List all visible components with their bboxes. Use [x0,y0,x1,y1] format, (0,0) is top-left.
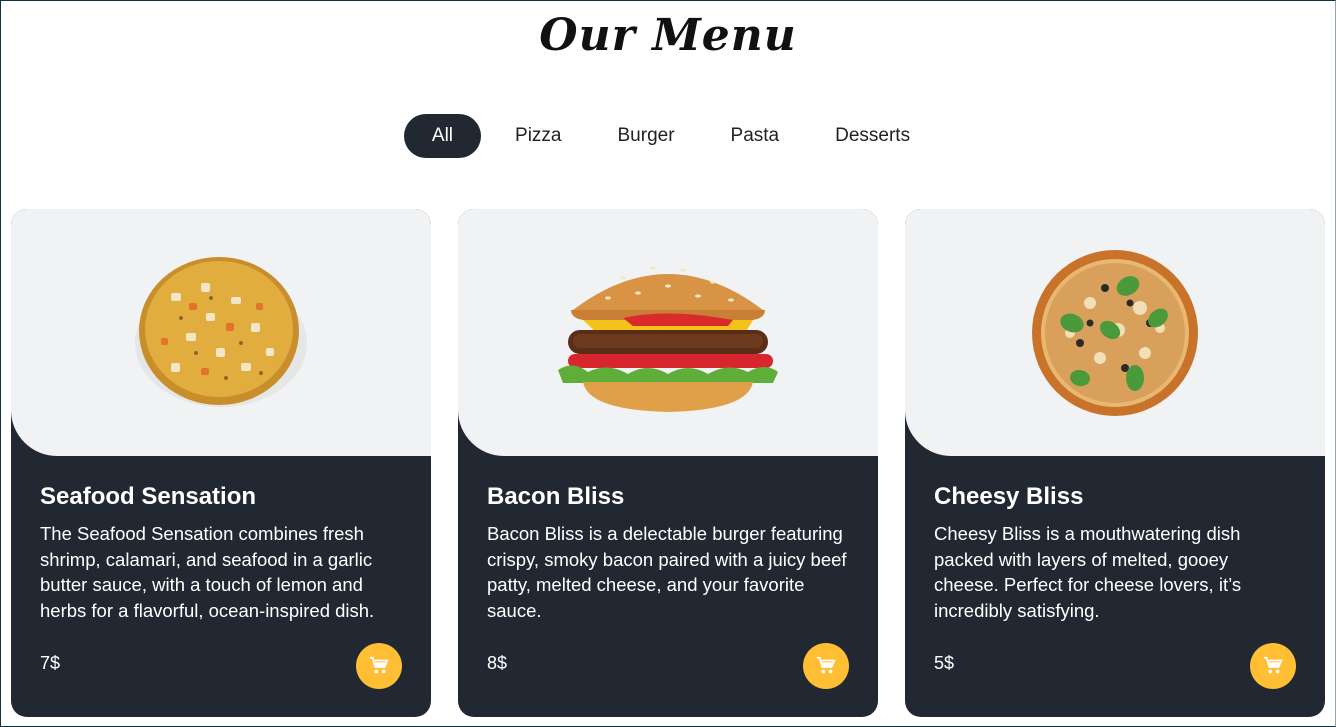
card-image-area [905,209,1325,456]
card-price: 8$ [487,653,508,673]
burger-image [558,265,778,412]
card-body: Cheesy Bliss Cheesy Bliss is a mouthwate… [934,483,1294,623]
card-price: 5$ [934,653,955,673]
cheese-pizza-image [1032,249,1198,416]
card-image-area [458,209,878,456]
card-description: The Seafood Sensation combines fresh shr… [40,523,375,621]
add-to-cart-button[interactable] [356,643,402,689]
card-description: Cheesy Bliss is a mouthwatering dish pac… [934,523,1242,621]
filter-pasta[interactable]: Pasta [709,114,802,158]
shopping-cart-icon [369,656,389,674]
filter-pizza[interactable]: Pizza [493,114,583,158]
card-description: Bacon Bliss is a delectable burger featu… [487,523,847,621]
card-price: 7$ [40,653,61,673]
card-title: Bacon Bliss [487,483,625,510]
card-body: Bacon Bliss Bacon Bliss is a delectable … [487,483,847,623]
menu-filters: All Pizza Burger Pasta Desserts [0,114,1336,158]
add-to-cart-button[interactable] [803,643,849,689]
card-title: Cheesy Bliss [934,483,1084,510]
menu-cards: Seafood Sensation The Seafood Sensation … [11,209,1327,719]
page-title: Our Menu [539,10,797,61]
menu-card: Seafood Sensation The Seafood Sensation … [11,209,431,717]
shopping-cart-icon [816,656,836,674]
card-title: Seafood Sensation [40,483,257,510]
menu-card: Bacon Bliss Bacon Bliss is a delectable … [458,209,878,717]
add-to-cart-button[interactable] [1250,643,1296,689]
filter-burger[interactable]: Burger [596,114,697,158]
card-image-area [11,209,431,456]
shopping-cart-icon [1263,656,1283,674]
filter-desserts[interactable]: Desserts [813,114,932,158]
filter-all[interactable]: All [403,114,482,158]
seafood-pizza-image [135,256,307,407]
menu-card: Cheesy Bliss Cheesy Bliss is a mouthwate… [905,209,1325,717]
card-body: Seafood Sensation The Seafood Sensation … [40,483,400,623]
